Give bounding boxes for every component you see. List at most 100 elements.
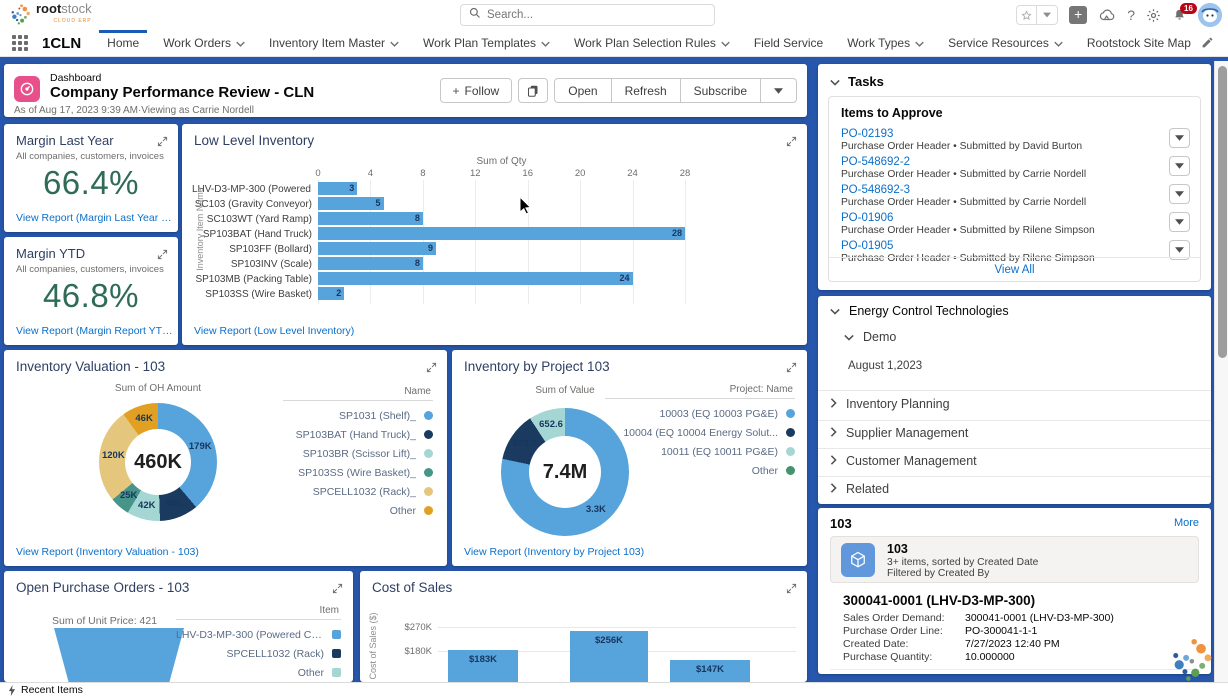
legend-entry[interactable]: SP103BAT (Hand Truck)_ [283,425,433,444]
bar-value-label: 8 [415,257,420,270]
bar[interactable]: 24 [318,272,633,285]
favorite-star-button[interactable] [1016,5,1037,25]
bar[interactable]: 9 [318,242,436,255]
y-tick-label: $270K [386,622,432,633]
account-section-header[interactable]: Energy Control Technologies [830,304,1009,318]
legend-entry[interactable]: SPCELL1032 (Rack)_ [283,482,433,501]
refresh-button[interactable]: Refresh [611,79,680,102]
chevron-down-icon [236,36,245,50]
follow-button[interactable]: +Follow [440,78,513,103]
legend-entry[interactable]: 10011 (EQ 10011 PG&E) [605,442,795,461]
view-report-link[interactable]: View Report (Inventory Valuation - 103) [16,546,199,558]
approval-item-sub: Purchase Order Header • Submitted by Car… [841,169,1160,180]
tab-rootstock-site-map[interactable]: Rootstock Site Map [1075,30,1203,57]
view-all-link[interactable]: View All [829,257,1200,281]
x-tick-label: 12 [463,168,487,179]
legend-entry[interactable]: SP1031 (Shelf)_ [283,406,433,425]
approval-item-menu-button[interactable] [1169,212,1190,232]
tab-inventory-item-master[interactable]: Inventory Item Master [257,30,411,57]
list-summary-card[interactable]: 103 3+ items, sorted by Created Date Fil… [830,536,1199,583]
metric-subtitle: All companies, customers, invoices [16,151,164,162]
x-tick-label: 4 [358,168,382,179]
expand-icon[interactable] [157,134,168,152]
approval-item-menu-button[interactable] [1169,184,1190,204]
widget-inventory-by-project: Inventory by Project 103 Sum of Value7.4… [452,350,807,566]
legend-entry[interactable]: 10003 (EQ 10003 PG&E) [605,404,795,423]
tab-service-resources[interactable]: Service Resources [936,30,1075,57]
expand-icon[interactable] [786,134,797,152]
tab-work-plan-selection-rules[interactable]: Work Plan Selection Rules [562,30,742,57]
tab-work-plan-templates[interactable]: Work Plan Templates [411,30,562,57]
legend-entry[interactable]: Other [605,461,795,480]
setup-gear-icon[interactable] [1146,8,1161,23]
slice-value-label: 120K [88,450,138,461]
more-actions-caret-button[interactable] [760,79,796,102]
section-customer-management[interactable]: Customer Management [830,454,977,468]
bar[interactable]: 3 [318,182,357,195]
view-report-link[interactable]: View Report (Low Level Inventory) [194,325,354,337]
favorites-menu-button[interactable] [1037,5,1058,25]
bar[interactable]: 28 [318,227,685,240]
section-supplier-management[interactable]: Supplier Management [830,426,968,440]
search-input[interactable] [487,9,706,21]
app-launcher-waffle-icon[interactable] [12,35,28,51]
section-inventory-planning[interactable]: Inventory Planning [830,397,950,411]
tab-work-types[interactable]: Work Types [835,30,936,57]
help-icon[interactable]: ? [1127,7,1135,23]
legend-entry[interactable]: SPCELL1032 (Rack) [176,644,341,663]
bar[interactable]: 5 [318,197,384,210]
expand-icon[interactable] [157,247,168,265]
approval-item-link[interactable]: PO-01905 [841,240,1160,252]
bar-chart: Sum of Qty0481216202428LHV-D3-MP-300 (Po… [192,156,797,319]
screen: rootstock CLOUD ERP + ? [0,0,1228,697]
bar[interactable]: 8 [318,257,423,270]
field-value: 300041-0001 (LHV-D3-MP-300) [965,612,1114,624]
more-link[interactable]: More [1174,517,1199,529]
trailhead-icon[interactable] [1098,7,1116,23]
legend-entry[interactable]: Other [176,663,341,682]
subscribe-button[interactable]: Subscribe [680,79,760,102]
divider [818,390,1211,391]
legend-entry[interactable]: SP103SS (Wire Basket)_ [283,463,433,482]
approval-item-link[interactable]: PO-548692-3 [841,184,1160,196]
approval-item: PO-548692-2 Purchase Order Header • Subm… [841,156,1160,183]
chevron-right-icon [830,426,837,440]
bar[interactable]: 2 [318,287,344,300]
user-avatar[interactable] [1198,3,1222,27]
section-related[interactable]: Related [830,482,889,496]
bar[interactable]: 8 [318,212,423,225]
global-actions-icon[interactable]: + [1069,6,1087,24]
legend-entry[interactable]: LHV-D3-MP-300 (Powered Co... [176,625,341,644]
approval-item-link[interactable]: PO-02193 [841,128,1160,140]
approval-item-link[interactable]: PO-548692-2 [841,156,1160,168]
edit-nav-pencil-icon[interactable] [1201,36,1214,54]
bar-category-label: SP103INV (Scale) [192,259,312,270]
approval-item-link[interactable]: PO-01906 [841,212,1160,224]
legend-entry[interactable]: SP103BR (Scissor Lift)_ [283,444,433,463]
open-button[interactable]: Open [555,79,610,102]
approval-item-menu-button[interactable] [1169,156,1190,176]
recent-items-bar[interactable]: Recent Items [0,682,1228,697]
tab-work-orders[interactable]: Work Orders [151,30,257,57]
slice-value-label: 42K [122,500,172,511]
notifications-bell-icon[interactable]: 16 [1172,8,1187,23]
legend-entry[interactable]: 10004 (EQ 10004 Energy Solut... [605,423,795,442]
page-scrollbar[interactable] [1214,61,1228,682]
tab-field-service[interactable]: Field Service [742,30,835,57]
funnel-segment[interactable] [54,628,184,682]
legend-swatch [424,506,433,515]
chevron-down-icon[interactable] [830,74,840,89]
rootstock-logo[interactable]: rootstock CLOUD ERP [10,2,92,31]
global-search[interactable] [460,4,715,26]
approval-item-menu-button[interactable] [1169,128,1190,148]
view-report-link[interactable]: View Report (Margin Last Year by Custom.… [16,212,176,224]
chevron-down-icon [830,304,840,318]
tab-home[interactable]: Home [95,30,151,57]
legend-entry[interactable]: Other [283,501,433,520]
slice-value-label: 3.3K [571,504,621,515]
clone-dashboard-button[interactable] [518,78,548,103]
demo-subsection-header[interactable]: Demo [844,330,896,344]
view-report-link[interactable]: View Report (Margin Report YTD by Custo.… [16,325,176,337]
scrollbar-thumb[interactable] [1218,66,1227,358]
view-report-link[interactable]: View Report (Inventory by Project 103) [464,546,644,558]
